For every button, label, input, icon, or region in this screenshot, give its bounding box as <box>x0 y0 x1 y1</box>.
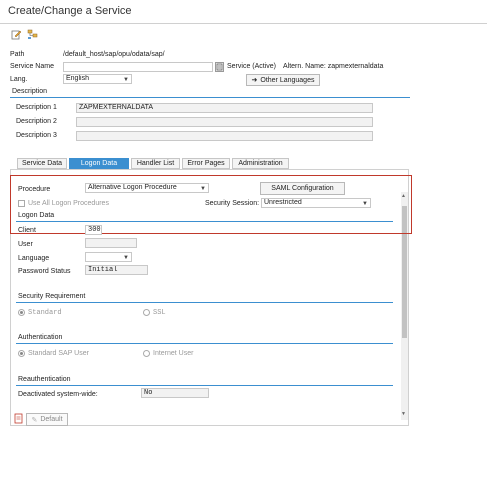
password-status-field: Initial <box>85 265 148 275</box>
arrow-right-icon: ➜ <box>251 77 258 84</box>
highlight-box <box>10 175 412 234</box>
chevron-down-icon: ▼ <box>123 255 129 261</box>
user-label: User <box>18 241 33 248</box>
description-2-label: Description 2 <box>16 118 57 125</box>
default-button[interactable]: ✎ Default <box>26 413 68 426</box>
default-button-label: Default <box>40 416 63 423</box>
description-1-label: Description 1 <box>16 104 57 111</box>
description-1-field[interactable]: ZAPMEXTERNALDATA <box>76 103 373 113</box>
edit-icon[interactable] <box>10 28 22 40</box>
reauthentication-section-label: Reauthentication <box>18 376 71 383</box>
lang-label: Lang. <box>10 76 28 83</box>
service-status: Service (Active) <box>227 63 277 70</box>
standard-sap-user-radio[interactable] <box>18 350 25 357</box>
language-select[interactable]: ▼ <box>85 252 132 262</box>
default-icon: ✎ <box>31 416 38 424</box>
description-section-label: Description <box>12 88 48 95</box>
description-3-label: Description 3 <box>16 132 57 139</box>
chevron-down-icon: ▼ <box>123 77 129 83</box>
tab-service-data[interactable]: Service Data <box>17 158 67 169</box>
authentication-section-label: Authentication <box>18 334 63 341</box>
footer-icon[interactable] <box>14 413 24 425</box>
deactivated-label: Deactivated system-wide: <box>18 391 98 398</box>
tab-handler-list[interactable]: Handler List <box>131 158 180 169</box>
password-status-label: Password Status <box>18 268 71 275</box>
standard-radio[interactable] <box>18 309 25 316</box>
path-value: /default_host/sap/opu/odata/sap/ <box>63 51 165 58</box>
ssl-radio[interactable] <box>143 309 150 316</box>
path-label: Path <box>10 51 25 58</box>
ssl-radio-label: SSL <box>153 309 166 317</box>
description-2-field[interactable] <box>76 117 373 127</box>
user-field[interactable] <box>85 238 137 248</box>
client-label: Client <box>18 227 36 234</box>
altern-name: Altern. Name: zapmexternaldata <box>283 63 384 70</box>
standard-radio-label: Standard <box>28 309 62 317</box>
standard-sap-user-label: Standard SAP User <box>28 350 89 357</box>
service-name-input[interactable] <box>63 62 213 72</box>
internet-user-label: Internet User <box>153 350 194 357</box>
hierarchy-icon[interactable] <box>26 28 38 40</box>
reauthentication-divider <box>16 385 393 386</box>
scroll-down-icon[interactable]: ▼ <box>401 411 406 417</box>
language-label: Language <box>18 255 50 262</box>
search-help-icon[interactable] <box>215 62 224 72</box>
tab-logon-data[interactable]: Logon Data <box>69 158 129 169</box>
other-languages-button[interactable]: ➜ Other Languages <box>246 74 320 86</box>
other-languages-label: Other Languages <box>260 76 315 84</box>
window-title: Create/Change a Service <box>8 5 132 17</box>
security-requirement-section-label: Security Requirement <box>18 293 86 300</box>
client-field[interactable]: 300 <box>85 225 102 235</box>
description-divider <box>10 97 410 98</box>
deactivated-field: No <box>141 388 209 398</box>
lang-select[interactable]: English ▼ <box>63 74 132 84</box>
description-3-field[interactable] <box>76 131 373 141</box>
service-name-label: Service Name <box>10 63 54 70</box>
internet-user-radio[interactable] <box>143 350 150 357</box>
authentication-divider <box>16 343 393 344</box>
lang-select-value: English <box>66 75 89 82</box>
tab-administration[interactable]: Administration <box>232 158 289 169</box>
security-requirement-divider <box>16 302 393 303</box>
title-divider <box>0 23 487 24</box>
tab-error-pages[interactable]: Error Pages <box>182 158 230 169</box>
